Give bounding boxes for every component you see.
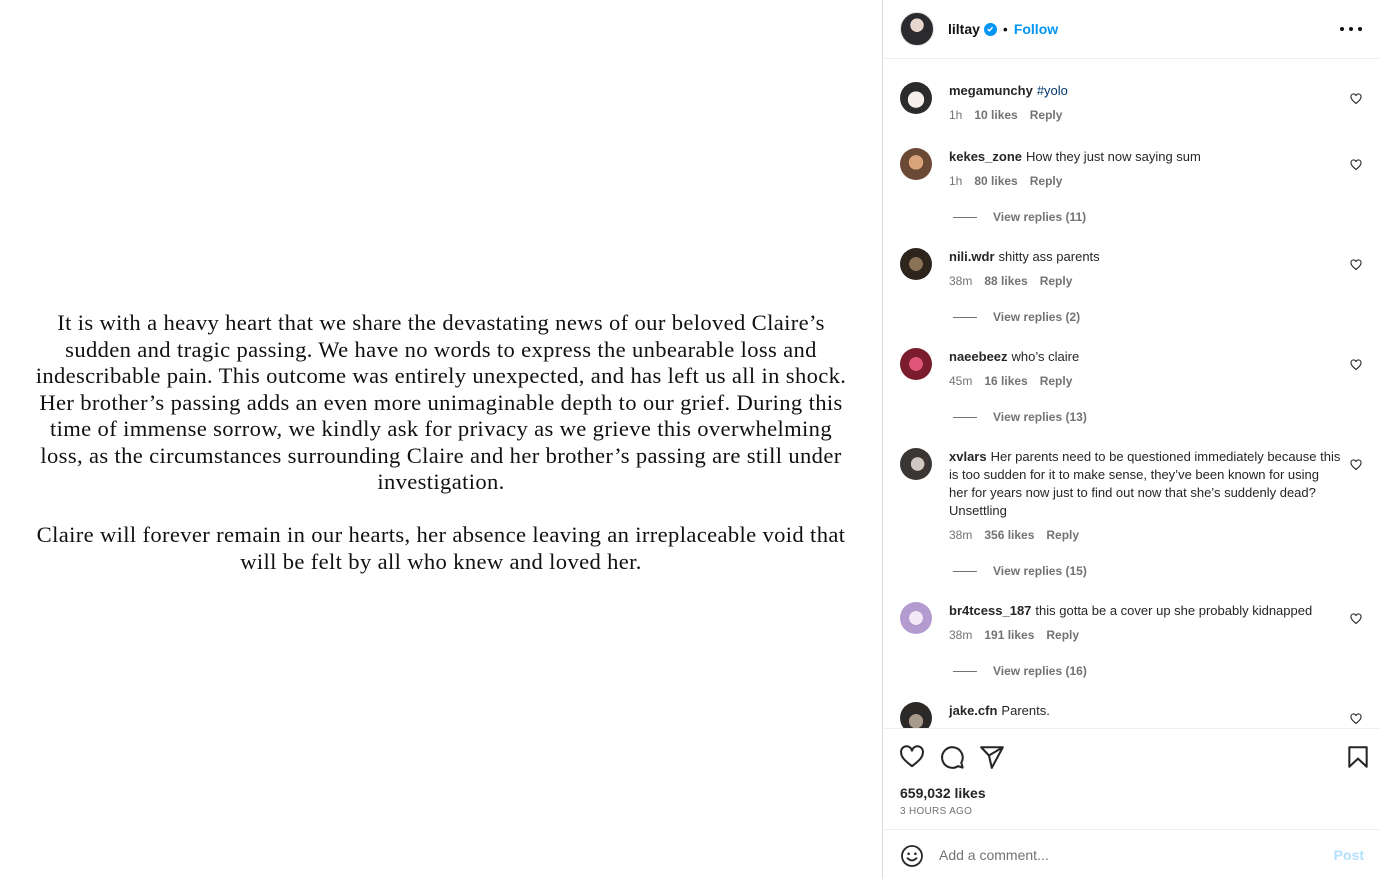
comment-meta: 1h 80 likes Reply — [949, 172, 1341, 190]
comment-heart-icon[interactable] — [1350, 459, 1362, 471]
avatar[interactable] — [900, 702, 932, 728]
replies-divider — [953, 670, 977, 672]
avatar[interactable] — [900, 448, 932, 480]
comment-time[interactable]: 45m — [949, 372, 972, 390]
view-replies-label[interactable]: View replies (11) — [993, 210, 1086, 224]
comment-body: jake.cfn Parents. — [949, 702, 1341, 720]
reply-button[interactable]: Reply — [1030, 106, 1063, 124]
comment-heart-icon[interactable] — [1350, 159, 1362, 171]
comment-body: megamunchy #yolo 1h 10 likes Reply — [949, 82, 1341, 124]
comment-username[interactable]: xvlars — [949, 449, 987, 464]
more-options-icon[interactable] — [1340, 19, 1362, 39]
comment-text: who’s claire — [1011, 349, 1080, 364]
replies-divider — [953, 570, 977, 572]
comment-heart-icon[interactable] — [1350, 713, 1362, 725]
comment-username[interactable]: kekes_zone — [949, 149, 1022, 164]
comment-text: this gotta be a cover up she probably ki… — [1035, 603, 1313, 618]
follow-button[interactable]: Follow — [1014, 21, 1058, 37]
comment-username[interactable]: jake.cfn — [949, 703, 997, 718]
replies-divider — [953, 216, 977, 218]
heart-icon[interactable] — [899, 744, 925, 770]
view-replies-label[interactable]: View replies (13) — [993, 410, 1087, 424]
reply-button[interactable]: Reply — [1040, 272, 1073, 290]
comment-body: br4tcess_187 this gotta be a cover up she… — [949, 602, 1341, 644]
replies-divider — [953, 316, 977, 318]
view-replies-button[interactable]: View replies (11) — [953, 210, 1086, 224]
avatar[interactable] — [900, 348, 932, 380]
reply-button[interactable]: Reply — [1040, 372, 1073, 390]
comment-username[interactable]: megamunchy — [949, 83, 1033, 98]
comment-likes[interactable]: 356 likes — [984, 526, 1034, 544]
post-paragraph-1: It is with a heavy heart that we share t… — [35, 310, 847, 494]
header-username[interactable]: liltay — [948, 21, 980, 37]
comment-body: naeebeez who’s claire 45m 16 likes Reply — [949, 348, 1341, 390]
comment-input[interactable] — [939, 842, 1319, 868]
reply-button[interactable]: Reply — [1046, 626, 1079, 644]
post-image: It is with a heavy heart that we share t… — [0, 0, 882, 879]
comment-time[interactable]: 1h — [949, 172, 962, 190]
post-paragraph-2: Claire will forever remain in our hearts… — [36, 522, 846, 574]
view-replies-button[interactable]: View replies (13) — [953, 410, 1087, 424]
post-actions: 659,032 likes 3 HOURS AGO — [883, 728, 1380, 829]
comment-heart-icon[interactable] — [1350, 259, 1362, 271]
avatar[interactable] — [900, 602, 932, 634]
avatar[interactable] — [900, 82, 932, 114]
comment-text: Parents. — [1001, 703, 1050, 718]
add-comment-bar: Post — [883, 829, 1380, 879]
comment-meta: 38m 88 likes Reply — [949, 272, 1341, 290]
post-header: liltay • Follow — [883, 0, 1380, 59]
view-replies-button[interactable]: View replies (15) — [953, 564, 1087, 578]
comment-body: kekes_zone How they just now saying sum 1… — [949, 148, 1341, 190]
comment-username[interactable]: nili.wdr — [949, 249, 995, 264]
comment-likes[interactable]: 80 likes — [974, 172, 1017, 190]
view-replies-button[interactable]: View replies (16) — [953, 664, 1087, 678]
verified-badge-icon — [983, 22, 997, 36]
bookmark-icon[interactable] — [1345, 744, 1371, 770]
comment-meta: 45m 16 likes Reply — [949, 372, 1341, 390]
view-replies-label[interactable]: View replies (15) — [993, 564, 1087, 578]
comment-body: nili.wdr shitty ass parents 38m 88 likes … — [949, 248, 1341, 290]
comment-hashtag[interactable]: #yolo — [1037, 83, 1068, 98]
likes-count[interactable]: 659,032 likes — [900, 785, 986, 801]
comment-username[interactable]: naeebeez — [949, 349, 1008, 364]
comment-time[interactable]: 1h — [949, 106, 962, 124]
separator-dot: • — [1002, 21, 1008, 37]
avatar[interactable] — [900, 12, 934, 46]
comment-text: How they just now saying sum — [1026, 149, 1201, 164]
comment-meta: 38m 356 likes Reply — [949, 526, 1341, 544]
comment-heart-icon[interactable] — [1350, 613, 1362, 625]
share-icon[interactable] — [979, 744, 1005, 770]
avatar[interactable] — [900, 148, 932, 180]
comment-meta: 38m 191 likes Reply — [949, 626, 1341, 644]
comment-text: shitty ass parents — [998, 249, 1100, 264]
post-button[interactable]: Post — [1334, 847, 1364, 863]
comment-heart-icon[interactable] — [1350, 359, 1362, 371]
view-replies-label[interactable]: View replies (2) — [993, 310, 1080, 324]
post-caption-image-text: It is with a heavy heart that we share t… — [26, 310, 856, 575]
comment-heart-icon[interactable] — [1350, 93, 1362, 105]
comment-likes[interactable]: 191 likes — [984, 626, 1034, 644]
comment-likes[interactable]: 10 likes — [974, 106, 1017, 124]
comment-time[interactable]: 38m — [949, 272, 972, 290]
comment-body: xvlars Her parents need to be questioned … — [949, 448, 1341, 544]
post-side-panel: liltay • Follow megamunchy #yolo 1h 10 li… — [882, 0, 1380, 879]
reply-button[interactable]: Reply — [1030, 172, 1063, 190]
emoji-icon[interactable] — [900, 844, 924, 868]
comment-time[interactable]: 38m — [949, 626, 972, 644]
comment-text: Her parents need to be questioned immedi… — [949, 449, 1341, 518]
comment-likes[interactable]: 16 likes — [984, 372, 1027, 390]
comment-time[interactable]: 38m — [949, 526, 972, 544]
post-timestamp[interactable]: 3 HOURS AGO — [900, 806, 972, 817]
comment-likes[interactable]: 88 likes — [984, 272, 1027, 290]
comment-username[interactable]: br4tcess_187 — [949, 603, 1031, 618]
comments-list[interactable]: megamunchy #yolo 1h 10 likes Reply kekes_… — [883, 60, 1380, 728]
reply-button[interactable]: Reply — [1046, 526, 1079, 544]
view-replies-button[interactable]: View replies (2) — [953, 310, 1080, 324]
comment-meta: 1h 10 likes Reply — [949, 106, 1341, 124]
comment-icon[interactable] — [939, 744, 965, 770]
view-replies-label[interactable]: View replies (16) — [993, 664, 1087, 678]
replies-divider — [953, 416, 977, 418]
avatar[interactable] — [900, 248, 932, 280]
